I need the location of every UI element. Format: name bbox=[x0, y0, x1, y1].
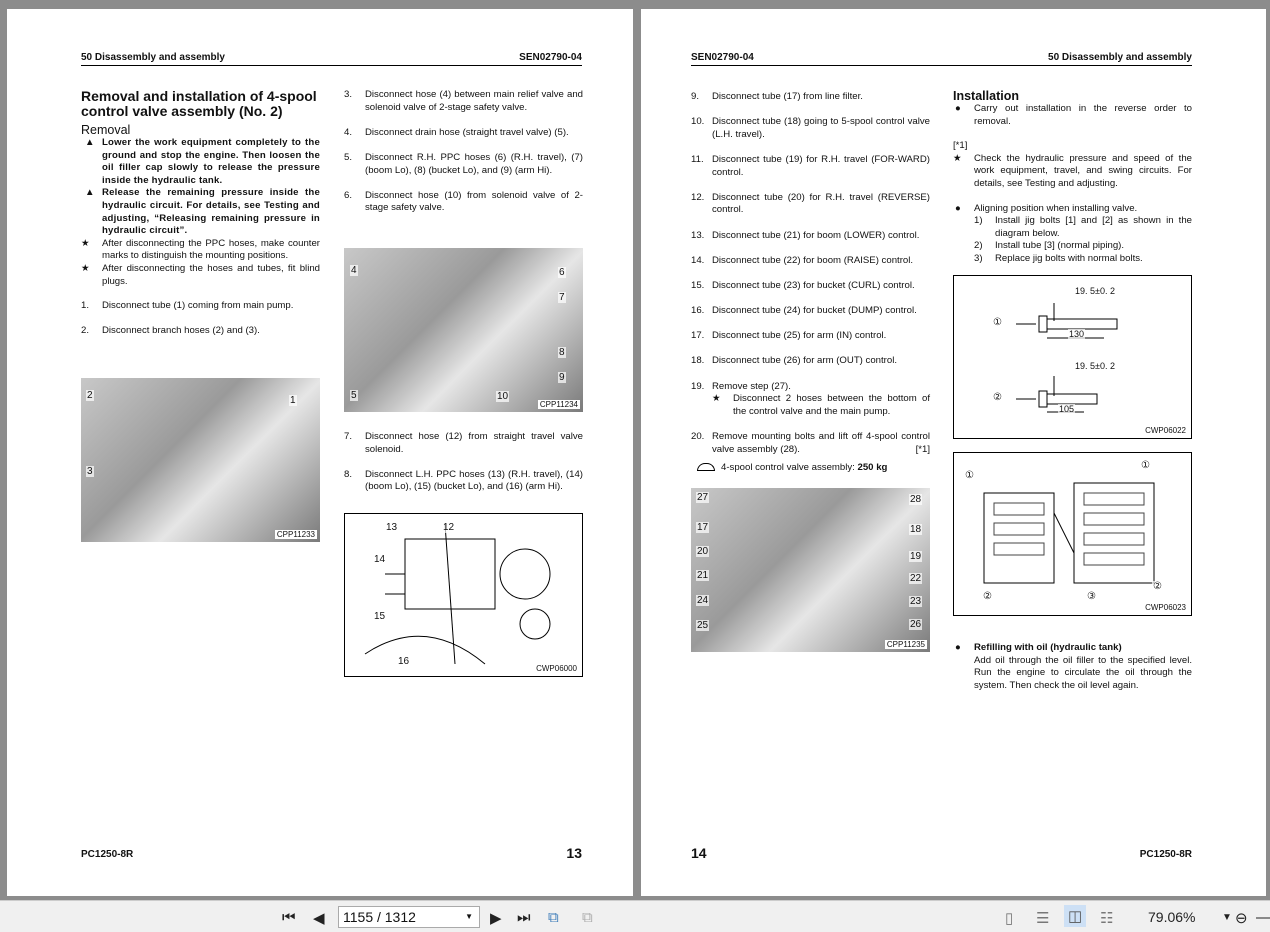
viewer-toolbar: ⏮ ◀ ▶ ⏭ ⧉ ⧉ ▯ ☰ ◫ ☷ 79.06% ▼ ⊖ — bbox=[0, 900, 1270, 932]
figure-photo-cpp11233: 2 1 3 CPP11233 bbox=[81, 378, 320, 542]
warning-2: ▲ Release the remaining pressure inside t… bbox=[85, 187, 320, 237]
pdf-page-14: SEN02790-04 50 Disassembly and assembly … bbox=[641, 9, 1266, 896]
installation-heading: Installation bbox=[953, 89, 1019, 103]
step-6: 6. Disconnect hose (10) from solenoid val… bbox=[344, 189, 583, 214]
figure-code: CWP06023 bbox=[1143, 603, 1188, 612]
step-5: 5. Disconnect R.H. PPC hoses (6) (R.H. tr… bbox=[344, 151, 583, 176]
step-12: 12. Disconnect tube (20) for R.H. travel … bbox=[691, 191, 930, 216]
figure-drawing-cwp06000: 13 12 14 15 16 CWP06000 bbox=[344, 513, 583, 677]
two-page-continuous-view-icon[interactable]: ☷ bbox=[1100, 909, 1113, 927]
page-number: 14 bbox=[691, 845, 707, 861]
step-11: 11. Disconnect tube (19) for R.H. travel … bbox=[691, 153, 930, 178]
zoom-slider: — bbox=[1256, 909, 1270, 926]
right-column-lower: 7. Disconnect hose (12) from straight tra… bbox=[344, 431, 583, 507]
note-check-pressure: ★ Check the hydraulic pressure and speed … bbox=[953, 152, 1192, 189]
installation-column: Installation ● Carry out installation in … bbox=[953, 89, 1192, 266]
figure-code: CWP06000 bbox=[534, 664, 579, 673]
star-icon: ★ bbox=[81, 237, 90, 249]
page-number: 13 bbox=[566, 845, 582, 861]
first-page-button[interactable]: ⏮ bbox=[282, 909, 296, 926]
figure-code: CWP06022 bbox=[1143, 426, 1188, 435]
step-17: 17. Disconnect tube (25) for arm (IN) con… bbox=[691, 330, 887, 342]
left-column: 9. Disconnect tube (17) from line filter.… bbox=[691, 91, 930, 475]
figure-code: CPP11235 bbox=[884, 640, 927, 649]
running-header-right: 50 Disassembly and assembly bbox=[1048, 52, 1192, 63]
footer-model: PC1250-8R bbox=[1139, 849, 1192, 860]
note-1: ★ After disconnecting the PPC hoses, make… bbox=[81, 237, 320, 262]
right-column: 3. Disconnect hose (4) between main relie… bbox=[344, 89, 583, 228]
weight-spec: 4-spool control valve assembly: 250 kg bbox=[691, 462, 930, 475]
previous-view-icon[interactable]: ⧉ bbox=[548, 909, 559, 926]
step-20: 20. Remove mounting bolts and lift off 4-… bbox=[691, 431, 930, 455]
step-4: 4. Disconnect drain hose (straight travel… bbox=[344, 126, 569, 138]
two-page-view-icon[interactable]: ◫ bbox=[1064, 905, 1087, 927]
step-14: 14. Disconnect tube (22) for boom (RAISE)… bbox=[691, 254, 914, 266]
substep-1: 1) Install jig bolts [1] and [2] as shown… bbox=[974, 215, 1192, 239]
zoom-out-icon[interactable]: ⊖ bbox=[1235, 909, 1248, 927]
star-icon: ★ bbox=[953, 152, 962, 164]
page-number-input[interactable]: 1155 / 1312 ▼ bbox=[338, 906, 480, 928]
step-16: 16. Disconnect tube (24) for bucket (DUMP… bbox=[691, 305, 917, 317]
substep-2: 2) Install tube [3] (normal piping). bbox=[974, 240, 1125, 252]
step-9: 9. Disconnect tube (17) from line filter. bbox=[691, 91, 863, 102]
figure-code: CPP11233 bbox=[274, 530, 317, 539]
next-view-icon[interactable]: ⧉ bbox=[582, 909, 593, 926]
step-13: 13. Disconnect tube (21) for boom (LOWER)… bbox=[691, 229, 920, 241]
step-1: 1. Disconnect tube (1) coming from main p… bbox=[81, 300, 294, 312]
step-18: 18. Disconnect tube (26) for arm (OUT) co… bbox=[691, 355, 898, 367]
previous-page-button[interactable]: ◀ bbox=[313, 909, 325, 927]
refill-section: ● Refilling with oil (hydraulic tank) Add… bbox=[955, 642, 1192, 691]
page-title: Removal and installation of 4-spool cont… bbox=[81, 88, 317, 119]
next-page-button[interactable]: ▶ bbox=[490, 909, 502, 927]
figure-valve-alignment-cwp06023: ① ① ② ② ② ③ CWP06023 bbox=[953, 452, 1192, 616]
single-page-view-icon[interactable]: ▯ bbox=[1005, 909, 1013, 927]
running-header-left: 50 Disassembly and assembly bbox=[81, 52, 225, 63]
star-icon: ★ bbox=[81, 262, 90, 274]
continuous-view-icon[interactable]: ☰ bbox=[1036, 909, 1049, 927]
left-column: Removal and installation of 4-spool cont… bbox=[81, 89, 320, 351]
step-3: 3. Disconnect hose (4) between main relie… bbox=[344, 89, 583, 113]
header-rule bbox=[691, 65, 1192, 66]
page-dropdown-icon[interactable]: ▼ bbox=[465, 912, 473, 921]
step-15: 15. Disconnect tube (23) for bucket (CURL… bbox=[691, 279, 915, 291]
footer-model: PC1250-8R bbox=[81, 849, 134, 860]
note-2: ★ After disconnecting the hoses and tubes… bbox=[81, 262, 320, 287]
last-page-button[interactable]: ⏭ bbox=[517, 909, 531, 926]
refill-heading: Refilling with oil (hydraulic tank) bbox=[974, 642, 1122, 653]
step-8: 8. Disconnect L.H. PPC hoses (13) (R.H. t… bbox=[344, 468, 583, 493]
zoom-level[interactable]: 79.06% bbox=[1148, 909, 1195, 925]
figure-photo-cpp11235: 27 28 17 18 20 19 21 22 24 23 25 26 CPP1… bbox=[691, 488, 930, 652]
figure-jig-bolts-cwp06022: ① ② 19. 5±0. 2 130 19. 5±0. 2 105 CWP060… bbox=[953, 275, 1192, 439]
warning-1: ▲ Lower the work equipment completely to … bbox=[85, 137, 320, 186]
bullet-aligning: ● Aligning position when installing valve… bbox=[955, 202, 1138, 214]
warning-icon: ▲ bbox=[85, 187, 95, 199]
star-icon: ★ bbox=[712, 393, 721, 405]
zoom-dropdown-icon[interactable]: ▼ bbox=[1222, 912, 1232, 923]
step-10: 10. Disconnect tube (18) going to 5-spool… bbox=[691, 116, 930, 140]
step-2: 2. Disconnect branch hoses (2) and (3). bbox=[81, 325, 260, 337]
step-7: 7. Disconnect hose (12) from straight tra… bbox=[344, 431, 583, 455]
header-rule bbox=[81, 65, 582, 66]
figure-photo-cpp11234: 4 6 7 8 9 5 10 CPP11234 bbox=[344, 248, 583, 412]
substep-3: 3) Replace jig bolts with normal bolts. bbox=[974, 252, 1143, 264]
section-heading: Removal bbox=[81, 123, 131, 137]
bullet-reverse-order: ● Carry out installation in the reverse o… bbox=[955, 103, 1192, 127]
running-header-right: SEN02790-04 bbox=[519, 52, 582, 63]
running-header-left: SEN02790-04 bbox=[691, 52, 754, 63]
reference-mark: [*1] bbox=[953, 140, 968, 152]
figure-code: CPP11234 bbox=[537, 400, 580, 409]
warning-icon: ▲ bbox=[85, 137, 95, 148]
refill-text: Add oil through the oil filler to the sp… bbox=[974, 654, 1192, 691]
weight-icon bbox=[697, 463, 715, 472]
pdf-page-13: 50 Disassembly and assembly SEN02790-04 … bbox=[7, 9, 633, 896]
step-19: 19. Remove step (27). ★ Disconnect 2 hoses… bbox=[691, 380, 930, 417]
